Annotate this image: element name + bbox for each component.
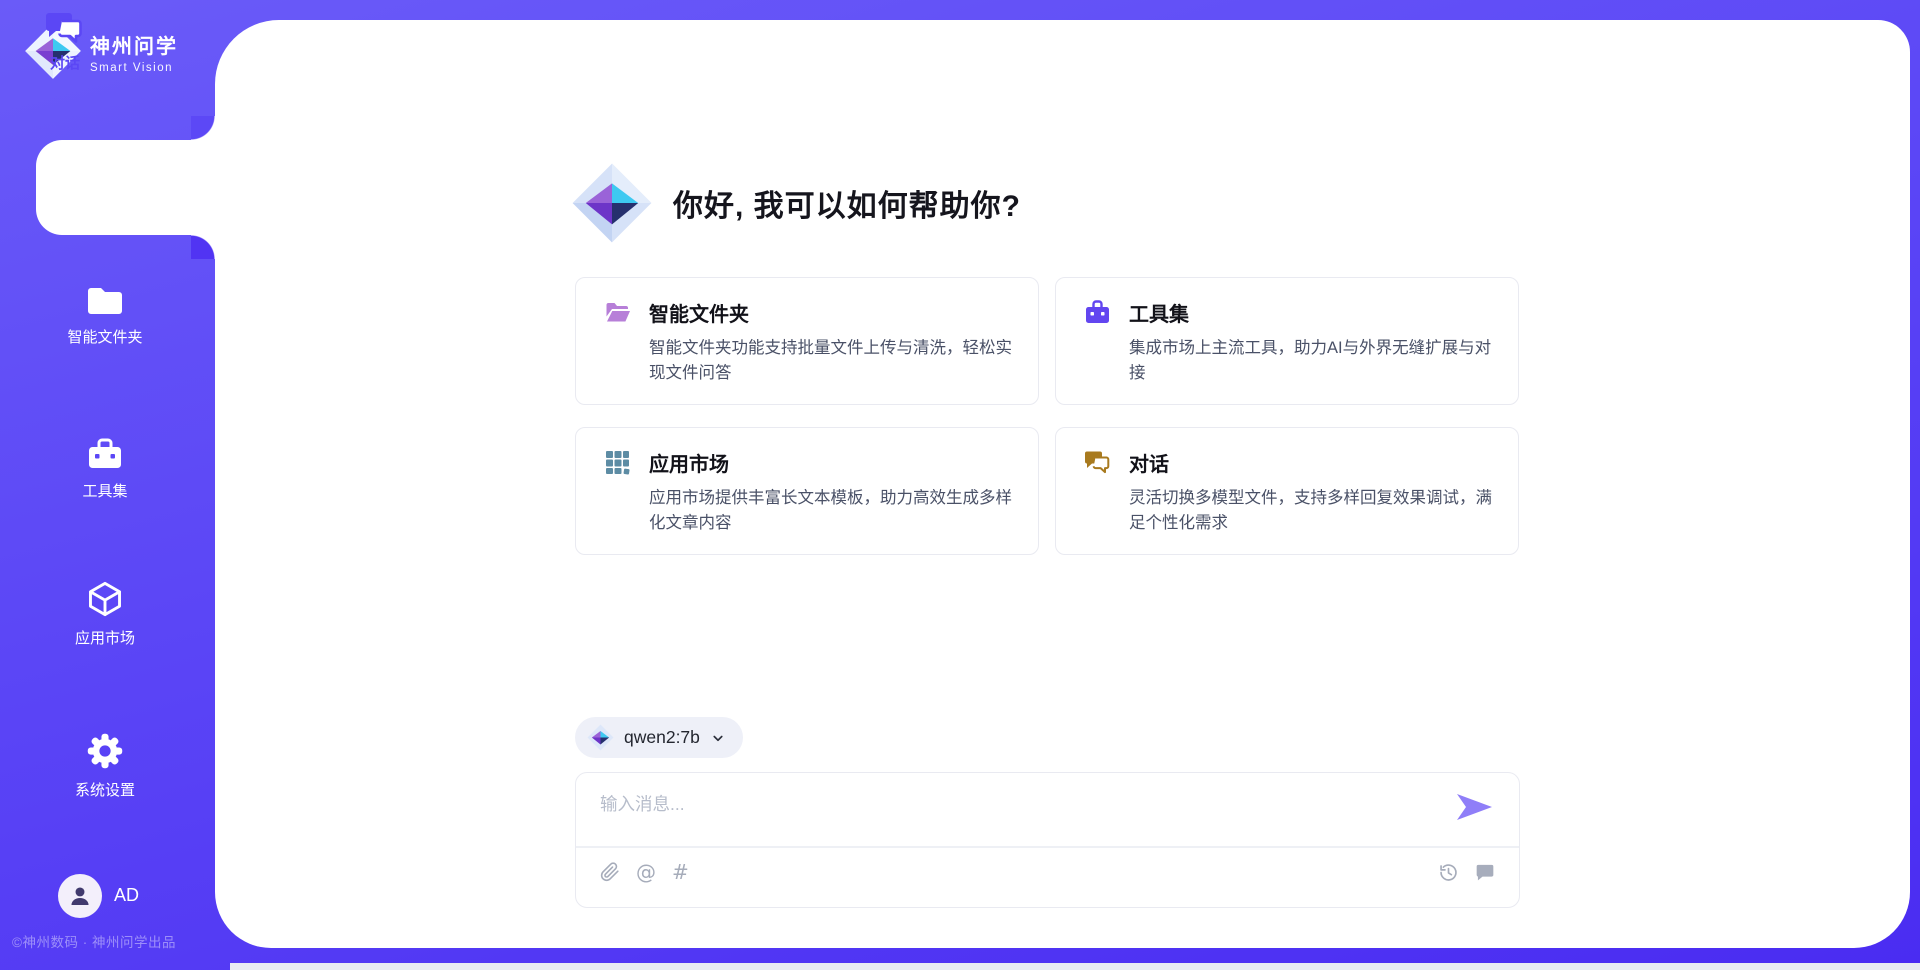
greeting-title: 你好, 我可以如何帮助你? — [673, 181, 1021, 225]
model-logo-icon — [587, 724, 614, 751]
mention-button[interactable]: @ — [636, 862, 656, 882]
composer-divider — [576, 846, 1519, 848]
card-description: 集成市场上主流工具，助力AI与外界无缝扩展与对接 — [1129, 336, 1492, 386]
sidebar-item-chat-active-bg — [36, 140, 215, 235]
chat-icon — [1084, 449, 1111, 476]
assistant-logo — [571, 160, 653, 246]
toolbox-icon — [86, 437, 124, 471]
send-button[interactable] — [1457, 794, 1493, 822]
avatar[interactable] — [58, 874, 102, 918]
copyright-text: ©神州数码 · 神州问学出品 — [12, 931, 176, 951]
card-app-market[interactable]: 应用市场 应用市场提供丰富长文本模板，助力高效生成多样化文章内容 — [575, 427, 1039, 555]
hashtag-button[interactable]: # — [672, 862, 689, 882]
card-chat[interactable]: 对话 灵活切换多模型文件，支持多样回复效果调试，满足个性化需求 — [1055, 427, 1519, 555]
main-panel: 你好, 我可以如何帮助你? 智能文件夹 智能文件夹功能支持批量文件上传与清洗，轻… — [215, 20, 1910, 948]
sidebar-item-chat[interactable]: 对话 — [0, 11, 130, 73]
gear-icon — [86, 732, 124, 770]
chevron-down-icon — [709, 729, 727, 747]
horizontal-scrollbar[interactable] — [230, 963, 1920, 970]
card-title: 工具集 — [1129, 298, 1189, 327]
feature-cards: 智能文件夹 智能文件夹功能支持批量文件上传与清洗，轻松实现文件问答 工具集 集成… — [575, 277, 1519, 555]
card-title: 智能文件夹 — [649, 298, 749, 327]
folder-open-icon — [604, 299, 631, 326]
card-title: 对话 — [1129, 448, 1169, 477]
card-description: 灵活切换多模型文件，支持多样回复效果调试，满足个性化需求 — [1129, 486, 1492, 536]
grid-icon — [604, 449, 631, 476]
sidebar-item-toolbox[interactable]: 工具集 — [20, 437, 190, 501]
message-composer: @ # — [575, 772, 1520, 908]
toolbox-icon — [1084, 299, 1111, 326]
card-toolbox[interactable]: 工具集 集成市场上主流工具，助力AI与外界无缝扩展与对接 — [1055, 277, 1519, 405]
tab-connector-bottom — [191, 235, 215, 259]
chat-bubble-button[interactable] — [1475, 862, 1495, 882]
history-button[interactable] — [1438, 862, 1459, 883]
sidebar-item-app-market[interactable]: 应用市场 — [20, 580, 190, 648]
sidebar-item-settings[interactable]: 系统设置 — [20, 732, 190, 800]
sidebar-item-label: 对话 — [50, 52, 80, 73]
tab-connector-top — [191, 116, 215, 140]
user-icon — [67, 883, 93, 909]
model-name: qwen2:7b — [624, 727, 700, 748]
model-selector[interactable]: qwen2:7b — [575, 717, 743, 758]
sidebar-item-label: 应用市场 — [75, 627, 135, 648]
sidebar-item-label: 工具集 — [82, 480, 127, 501]
cube-icon — [86, 580, 124, 618]
card-description: 智能文件夹功能支持批量文件上传与清洗，轻松实现文件问答 — [649, 336, 1012, 386]
greeting: 你好, 我可以如何帮助你? — [571, 160, 1021, 246]
card-title: 应用市场 — [649, 448, 729, 477]
card-smart-folder[interactable]: 智能文件夹 智能文件夹功能支持批量文件上传与清洗，轻松实现文件问答 — [575, 277, 1039, 405]
sidebar-item-smart-folder[interactable]: 智能文件夹 — [20, 285, 190, 347]
sidebar-item-label: 系统设置 — [75, 779, 135, 800]
attachment-button[interactable] — [600, 861, 620, 883]
user-name: AD — [114, 885, 139, 906]
card-description: 应用市场提供丰富长文本模板，助力高效生成多样化文章内容 — [649, 486, 1012, 536]
folder-icon — [86, 285, 124, 317]
chat-icon — [45, 11, 85, 45]
sidebar-item-label: 智能文件夹 — [67, 326, 142, 347]
